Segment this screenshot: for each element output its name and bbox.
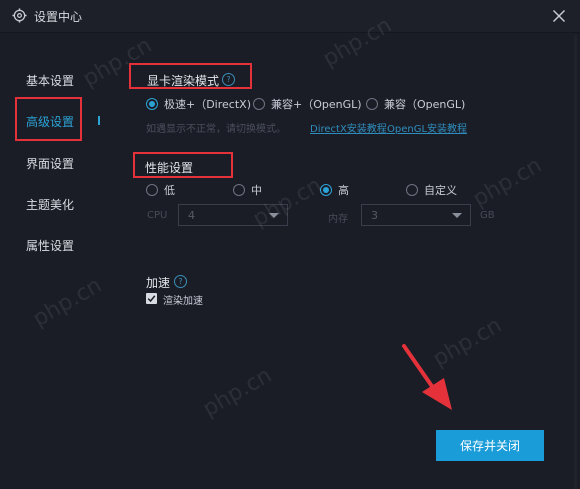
save-and-close-button[interactable]: 保存并关闭 xyxy=(436,430,544,461)
radio-label: 兼容+（OpenGL) xyxy=(271,98,362,111)
gpu-hint: 如遇显示不正常，请切换模式。 xyxy=(146,124,286,135)
radio-custom[interactable]: 自定义 xyxy=(406,182,457,198)
radio-label: 低 xyxy=(164,184,175,197)
radio-label: 高 xyxy=(338,184,349,197)
radio-indicator xyxy=(146,98,158,110)
accel-section-title: 加速 xyxy=(146,276,171,290)
radio-label: 自定义 xyxy=(424,184,457,197)
radio-medium[interactable]: 中 xyxy=(233,182,262,198)
sidebar-item-interface[interactable]: 界面设置 xyxy=(26,155,74,172)
radio-high[interactable]: 高 xyxy=(320,182,349,198)
radio-label: 中 xyxy=(251,184,262,197)
radio-indicator xyxy=(146,184,158,196)
sidebar-item-basic[interactable]: 基本设置 xyxy=(26,72,74,89)
highlight-box-sidebar xyxy=(15,97,82,141)
radio-directx[interactable]: 极速+（DirectX) xyxy=(146,96,251,112)
cpu-select[interactable]: 4 xyxy=(178,204,288,226)
radio-low[interactable]: 低 xyxy=(146,182,175,198)
sidebar-item-theme[interactable]: 主题美化 xyxy=(26,196,74,213)
opengl-tutorial-link[interactable]: OpenGL安装教程 xyxy=(387,120,467,135)
cpu-label: CPU xyxy=(147,210,168,221)
active-indicator xyxy=(98,116,100,125)
check-icon xyxy=(147,295,156,303)
watermark-text: php.cn xyxy=(468,152,547,213)
directx-tutorial-link[interactable]: DirectX安装教程 xyxy=(310,120,387,135)
memory-label: 内存 xyxy=(328,214,348,225)
memory-unit: GB xyxy=(480,210,495,221)
radio-opengl[interactable]: 兼容（OpenGL) xyxy=(366,96,465,112)
cpu-value: 4 xyxy=(188,209,195,222)
chevron-down-icon xyxy=(269,213,279,218)
memory-value: 3 xyxy=(371,209,378,222)
help-icon[interactable]: ? xyxy=(174,275,187,288)
radio-label: 兼容（OpenGL) xyxy=(384,98,466,111)
title-bar: 设置中心 xyxy=(0,0,580,33)
radio-indicator xyxy=(233,184,245,196)
radio-indicator xyxy=(366,98,378,110)
annotation-arrow-icon xyxy=(402,344,452,410)
memory-select[interactable]: 3 xyxy=(361,204,471,226)
watermark-text: php.cn xyxy=(198,362,277,423)
highlight-box-performance xyxy=(133,152,233,178)
close-icon xyxy=(553,10,565,22)
radio-opengl-plus[interactable]: 兼容+（OpenGL) xyxy=(253,96,362,112)
radio-indicator xyxy=(320,184,332,196)
radio-indicator xyxy=(253,98,265,110)
window-edge xyxy=(574,35,577,489)
render-accel-checkbox[interactable] xyxy=(146,293,157,304)
radio-label: 极速+（DirectX) xyxy=(164,98,251,111)
close-button[interactable] xyxy=(548,5,570,27)
highlight-box-gpu xyxy=(129,63,252,89)
sidebar-item-properties[interactable]: 属性设置 xyxy=(26,237,74,254)
gear-icon xyxy=(12,8,27,23)
render-accel-label[interactable]: 渲染加速 xyxy=(163,292,203,307)
radio-indicator xyxy=(406,184,418,196)
window-title: 设置中心 xyxy=(34,10,83,24)
chevron-down-icon xyxy=(452,213,462,218)
